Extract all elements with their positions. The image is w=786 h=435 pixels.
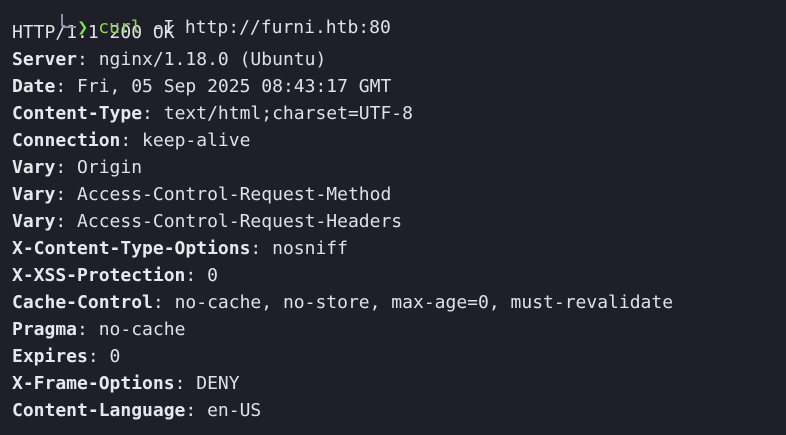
header-value: Access-Control-Request-Method: [66, 184, 392, 205]
header-line: Connection: keep-alive: [12, 130, 251, 151]
header-key: Expires: [12, 346, 88, 367]
response-headers: Server: nginx/1.18.0 (Ubuntu) Date: Fri,…: [12, 46, 786, 424]
header-key: Vary: [12, 157, 56, 178]
header-line: Vary: Access-Control-Request-Headers: [12, 211, 403, 232]
header-key: Cache-Control: [12, 292, 153, 313]
prompt-line: ❯ curl -I http://furni.htb:80: [12, 0, 786, 38]
header-value: Access-Control-Request-Headers: [66, 211, 403, 232]
command-name: curl: [98, 17, 142, 38]
header-key: X-Content-Type-Options: [12, 238, 251, 259]
prompt-corner-icon: [55, 14, 77, 38]
header-line: X-XSS-Protection: 0: [12, 265, 218, 286]
header-value: Origin: [66, 157, 143, 178]
header-value: text/html;charset=UTF-8: [152, 103, 413, 124]
header-line: Cache-Control: no-cache, no-store, max-a…: [12, 292, 674, 313]
header-value: en-US: [196, 400, 262, 421]
header-line: Content-Language: en-US: [12, 400, 262, 421]
header-value: 0: [98, 346, 121, 367]
header-key: Vary: [12, 184, 56, 205]
command-args: -I http://furni.htb:80: [141, 17, 391, 38]
header-value: no-cache: [87, 319, 186, 340]
header-key: Content-Language: [12, 400, 186, 421]
header-key: X-Frame-Options: [12, 373, 175, 394]
header-line: Date: Fri, 05 Sep 2025 08:43:17 GMT: [12, 76, 392, 97]
header-line: Pragma: no-cache: [12, 319, 186, 340]
header-value: 0: [196, 265, 218, 286]
header-key: Vary: [12, 211, 56, 232]
header-line: Vary: Origin: [12, 157, 143, 178]
header-value: DENY: [185, 373, 240, 394]
header-line: Content-Type: text/html;charset=UTF-8: [12, 103, 413, 124]
terminal-window[interactable]: ❯ curl -I http://furni.htb:80 HTTP/1.1 20…: [0, 0, 786, 433]
header-line: Expires: 0: [12, 346, 121, 367]
header-key: Date: [12, 76, 56, 97]
prompt-chevron-icon: ❯: [77, 17, 89, 38]
header-key: Content-Type: [12, 103, 143, 124]
header-line: X-Content-Type-Options: nosniff: [12, 238, 348, 259]
header-line: Vary: Access-Control-Request-Method: [12, 184, 392, 205]
header-key: Connection: [12, 130, 121, 151]
header-line: Server: nginx/1.18.0 (Ubuntu): [12, 49, 327, 70]
header-value: nginx/1.18.0 (Ubuntu): [87, 49, 327, 70]
header-key: Pragma: [12, 319, 78, 340]
header-value: nosniff: [261, 238, 348, 259]
header-key: X-XSS-Protection: [12, 265, 186, 286]
header-value: keep-alive: [131, 130, 251, 151]
header-value: Fri, 05 Sep 2025 08:43:17 GMT: [66, 76, 392, 97]
header-value: no-cache, no-store, max-age=0, must-reva…: [163, 292, 674, 313]
header-line: X-Frame-Options: DENY: [12, 373, 240, 394]
